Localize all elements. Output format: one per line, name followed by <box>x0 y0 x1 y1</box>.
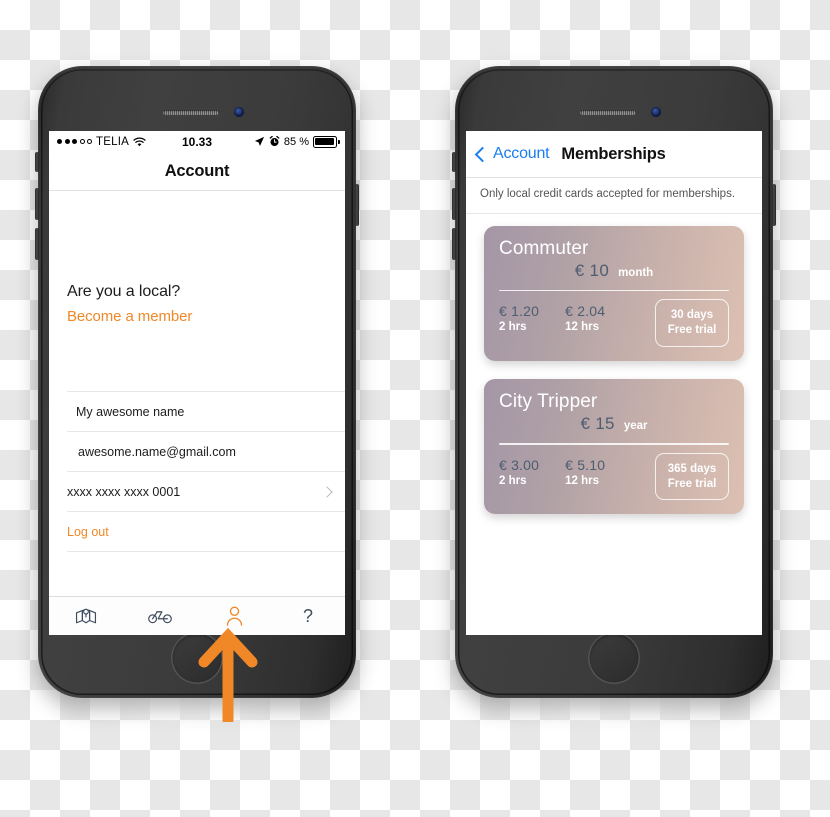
commuter-trial-badge: 30 days Free trial <box>655 299 729 348</box>
question-mark-icon: ? <box>302 606 313 626</box>
commuter-trial-label: Free trial <box>667 324 717 337</box>
home-button-right[interactable] <box>588 632 640 684</box>
card-row[interactable]: xxxx xxxx xxxx 0001 <box>67 471 345 511</box>
city-tripper-period: year <box>623 420 648 433</box>
power-button-right[interactable] <box>772 184 776 226</box>
back-label: Account <box>493 145 550 162</box>
commuter-rate-1: € 1.20 2 hrs <box>499 303 539 333</box>
city-tripper-trial-days: 365 days <box>667 462 717 475</box>
location-arrow-icon <box>254 136 265 146</box>
right-phone-screen: Account Memberships Only local credit ca… <box>466 131 762 635</box>
memberships-title: Memberships <box>561 144 666 163</box>
status-clock: 10.33 <box>181 134 213 149</box>
email-value: awesome.name@gmail.com <box>78 444 236 459</box>
tab-help[interactable]: ? <box>271 607 345 625</box>
city-tripper-trial-label: Free trial <box>667 477 717 490</box>
person-icon <box>226 606 242 626</box>
promo-question: Are you a local? <box>67 283 181 300</box>
commuter-rate-2-amount: € 2.04 <box>565 303 606 320</box>
credit-card-notice: Only local credit cards accepted for mem… <box>466 178 762 214</box>
volume-up-button[interactable] <box>35 188 39 220</box>
commuter-price: € 10 <box>574 260 610 280</box>
become-member-promo: Are you a local? Become a member <box>49 283 345 325</box>
chevron-left-icon <box>474 146 491 162</box>
name-row[interactable]: My awesome name <box>67 391 345 431</box>
membership-card-commuter[interactable]: Commuter € 10 month € 1.20 2 hrs € 2.04 <box>484 225 744 362</box>
card-value: xxxx xxxx xxxx 0001 <box>67 484 181 499</box>
commuter-rate-1-duration: 2 hrs <box>499 321 527 334</box>
left-phone-screen: TELIA 10.33 85 % Account Are you a local… <box>49 131 345 635</box>
left-phone: TELIA 10.33 85 % Account Are you a local… <box>32 66 362 724</box>
map-pin-icon <box>75 608 97 624</box>
status-right: 85 % <box>212 135 340 148</box>
city-tripper-title: City Tripper <box>499 391 598 413</box>
memberships-navbar: Account Memberships <box>466 131 762 178</box>
back-to-account-button[interactable]: Account <box>474 145 550 163</box>
city-tripper-divider <box>499 443 729 445</box>
account-navbar: Account <box>49 152 345 191</box>
right-phone: Account Memberships Only local credit ca… <box>449 66 779 724</box>
bicycle-icon <box>148 611 172 624</box>
city-tripper-rate-1: € 3.00 2 hrs <box>499 457 539 487</box>
commuter-rate-2-duration: 12 hrs <box>565 321 600 334</box>
mute-switch-right[interactable] <box>452 152 456 172</box>
commuter-title: Commuter <box>499 237 589 259</box>
commuter-rate-2: € 2.04 12 hrs <box>565 303 605 333</box>
signal-strength-icon <box>57 139 92 144</box>
city-tripper-trial-badge: 365 days Free trial <box>655 452 729 501</box>
city-tripper-rate-2-duration: 12 hrs <box>565 474 600 487</box>
commuter-divider <box>499 289 729 292</box>
city-tripper-price-row: € 15 year <box>499 414 729 434</box>
commuter-rates: € 1.20 2 hrs € 2.04 12 hrs 30 days Free … <box>499 299 729 348</box>
commuter-rate-1-amount: € 1.20 <box>499 303 540 320</box>
canvas: TELIA 10.33 85 % Account Are you a local… <box>0 0 830 817</box>
carrier-label: TELIA <box>96 135 129 148</box>
battery-icon <box>313 135 340 148</box>
chevron-right-icon <box>321 485 333 498</box>
earpiece-speaker <box>163 110 219 115</box>
account-list: My awesome name awesome.name@gmail.com x… <box>49 391 345 578</box>
wifi-icon <box>133 137 146 146</box>
front-camera-icon <box>234 107 244 117</box>
commuter-price-row: € 10 month <box>499 261 729 281</box>
membership-cards: Commuter € 10 month € 1.20 2 hrs € 2.04 <box>466 214 762 515</box>
power-button[interactable] <box>355 184 359 226</box>
commuter-period: month <box>618 266 654 279</box>
tab-account[interactable] <box>197 606 271 626</box>
volume-up-button-right[interactable] <box>452 188 456 220</box>
tab-map[interactable] <box>49 607 123 625</box>
logout-label: Log out <box>67 524 109 539</box>
volume-down-button-right[interactable] <box>452 228 456 260</box>
membership-card-city-tripper[interactable]: City Tripper € 15 year € 3.00 2 hrs € 5.… <box>484 379 744 515</box>
logout-row[interactable]: Log out <box>67 511 345 551</box>
status-left: TELIA <box>57 136 182 148</box>
city-tripper-rate-2-amount: € 5.10 <box>565 456 606 473</box>
email-row[interactable]: awesome.name@gmail.com <box>67 431 345 471</box>
page-title: Account <box>164 161 230 180</box>
promo-spacer <box>49 191 345 283</box>
status-bar: TELIA 10.33 85 % <box>49 131 345 152</box>
up-arrow-annotation <box>198 627 258 722</box>
city-tripper-price: € 15 <box>580 414 615 434</box>
mute-switch[interactable] <box>35 152 39 172</box>
battery-percent-label: 85 % <box>283 135 309 148</box>
commuter-trial-days: 30 days <box>670 309 714 322</box>
name-value: My awesome name <box>76 404 185 419</box>
alarm-clock-icon <box>269 136 280 147</box>
earpiece-speaker-right <box>580 110 636 115</box>
list-end-divider <box>67 551 345 578</box>
city-tripper-rate-1-duration: 2 hrs <box>499 474 527 487</box>
city-tripper-rate-1-amount: € 3.00 <box>499 456 540 473</box>
tab-bikes[interactable] <box>123 608 197 624</box>
front-camera-icon-right <box>651 107 661 117</box>
become-member-link[interactable]: Become a member <box>67 308 327 325</box>
city-tripper-rates: € 3.00 2 hrs € 5.10 12 hrs 365 days Free… <box>499 452 729 501</box>
promo-bottom-spacer <box>49 325 345 391</box>
volume-down-button[interactable] <box>35 228 39 260</box>
city-tripper-rate-2: € 5.10 12 hrs <box>565 457 605 487</box>
